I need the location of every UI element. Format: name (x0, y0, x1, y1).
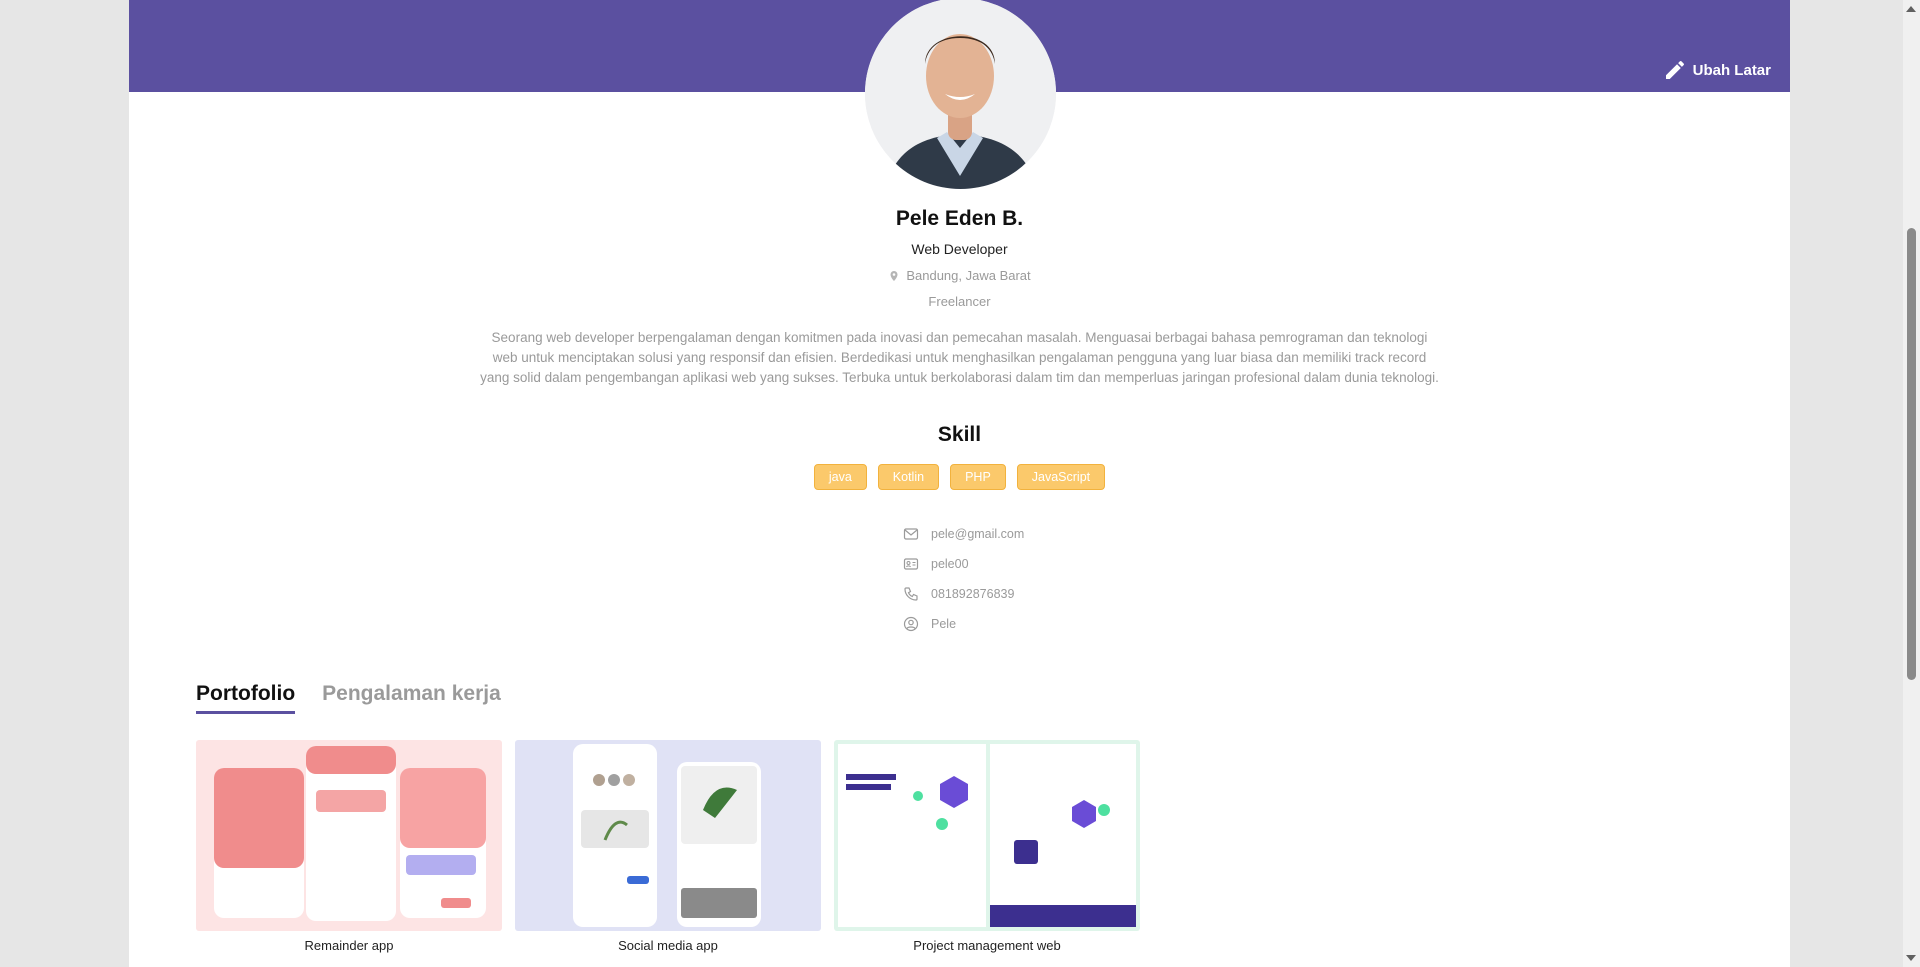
portfolio-thumbnail (196, 740, 502, 931)
skill-chip: java (813, 464, 867, 490)
skill-chip: JavaScript (1016, 464, 1106, 490)
vertical-scrollbar[interactable] (1903, 0, 1920, 967)
scroll-down-icon[interactable] (1906, 955, 1916, 961)
id-card-icon (903, 558, 919, 570)
location: Bandung, Jawa Barat (129, 268, 1790, 283)
profile-page: Ubah Latar Pele Eden B. Web Developer Ba… (129, 0, 1790, 967)
profile-name: Pele Eden B. (895, 207, 1024, 230)
skill-chip: PHP (950, 464, 1006, 490)
contact-list: pele@gmail.com pele00 081892876839 Pele (903, 519, 1024, 639)
tab-pengalaman-kerja[interactable]: Pengalaman kerja (322, 682, 501, 714)
mail-icon (903, 528, 919, 540)
location-pin-icon (890, 270, 898, 281)
phone-icon (904, 587, 918, 601)
edit-background-button[interactable]: Ubah Latar (1663, 58, 1771, 82)
edit-background-label: Ubah Latar (1692, 61, 1771, 79)
portfolio-label: Social media app (618, 938, 718, 953)
profile-tabs: Portofolio Pengalaman kerja (196, 682, 501, 714)
bio: Seorang web developer berpengalaman deng… (480, 330, 1439, 385)
scroll-thumb[interactable] (1907, 228, 1916, 680)
avatar (865, 0, 1056, 189)
contact-email: pele@gmail.com (903, 519, 1024, 549)
skill-list: java Kotlin PHP JavaScript (129, 464, 1790, 490)
contact-phone: 081892876839 (903, 579, 1024, 609)
portfolio-label: Project management web (913, 938, 1061, 953)
tab-portofolio[interactable]: Portofolio (196, 682, 296, 714)
job-title: Web Developer (911, 241, 1008, 257)
portfolio-card-social-media[interactable]: Social media app (515, 740, 821, 953)
skill-chip: Kotlin (877, 464, 940, 490)
skill-title: Skill (937, 423, 982, 446)
pencil-icon (1665, 60, 1684, 79)
portfolio-grid: Remainder app Social media app Project m… (196, 740, 1140, 953)
portfolio-label: Remainder app (304, 938, 394, 953)
portfolio-thumbnail (834, 740, 1140, 931)
portfolio-thumbnail (515, 740, 821, 931)
work-status: Freelancer (928, 294, 991, 309)
contact-username: pele00 (903, 549, 1024, 579)
portfolio-card-remainder[interactable]: Remainder app (196, 740, 502, 953)
contact-name: Pele (903, 609, 1024, 639)
scroll-up-icon[interactable] (1906, 6, 1916, 12)
user-circle-icon (903, 616, 919, 632)
portfolio-card-project-management[interactable]: Project management web (834, 740, 1140, 953)
location-text: Bandung, Jawa Barat (906, 268, 1031, 283)
